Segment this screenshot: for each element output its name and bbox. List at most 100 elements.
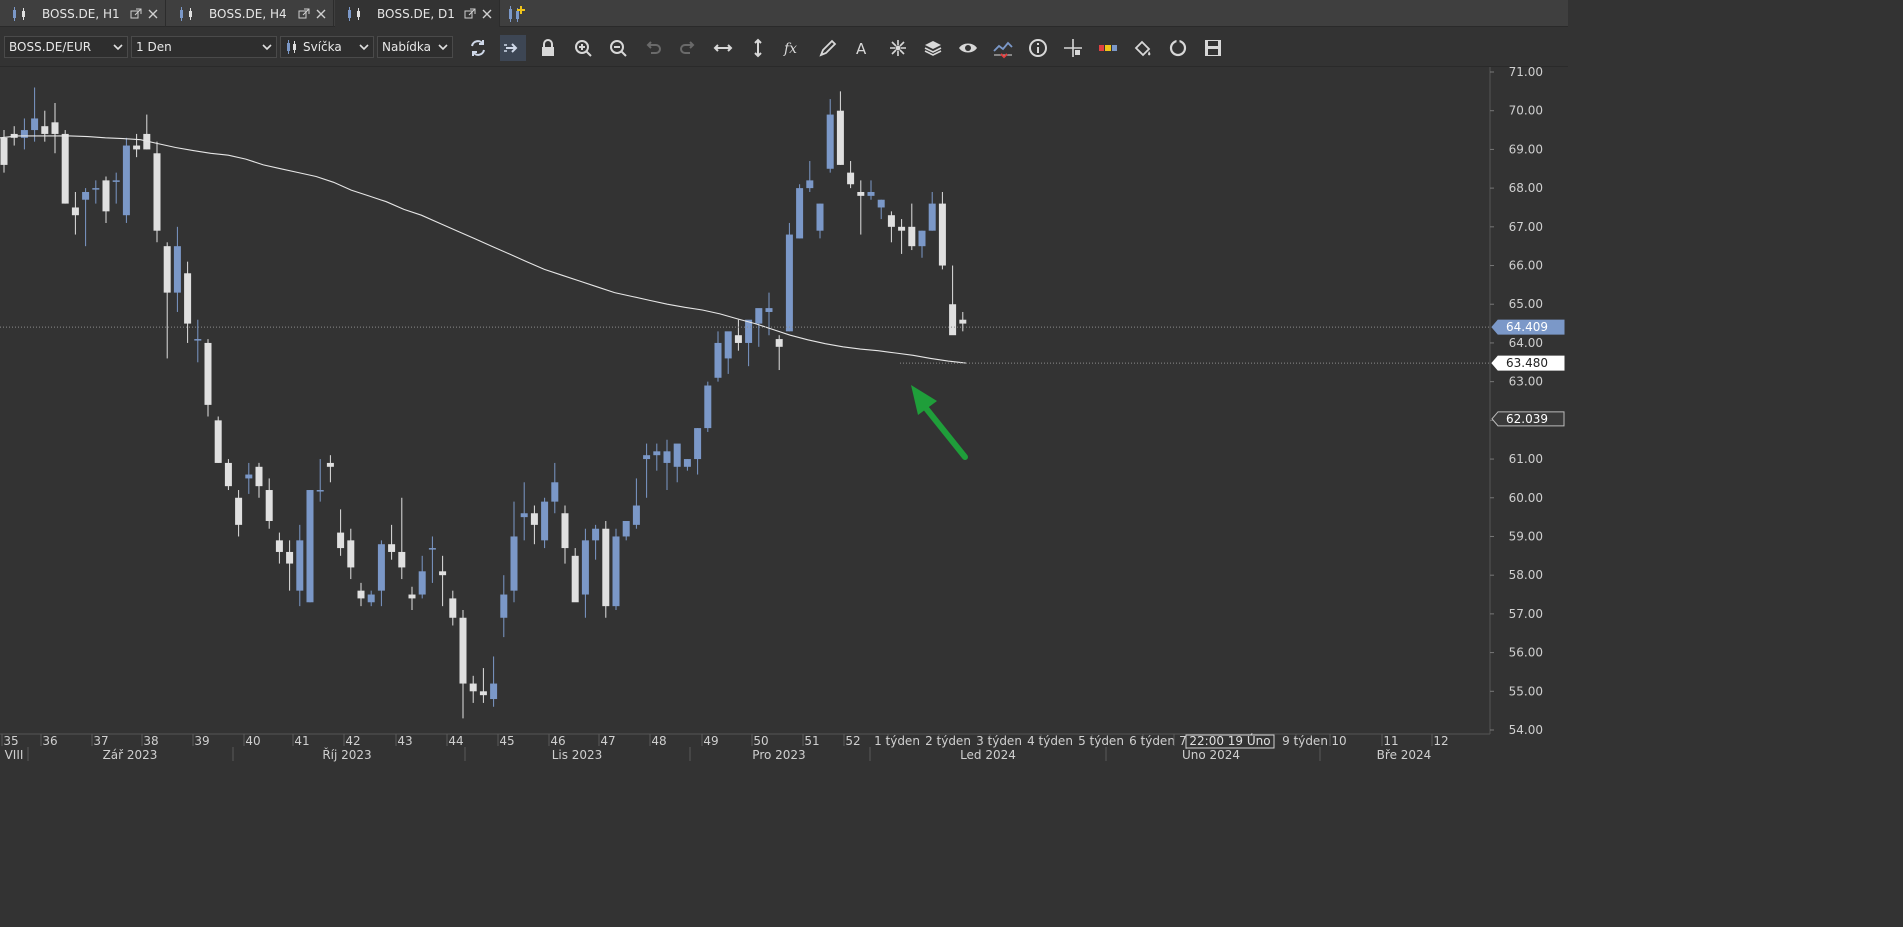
zoom-in-button[interactable] [570,35,596,61]
vertical-resize-button[interactable] [745,35,771,61]
candle [632,478,640,529]
candle-body [755,308,763,324]
candle-body [510,536,518,591]
scroll-to-end-button[interactable] [500,35,526,61]
week-label: 47 [600,734,615,748]
candle [337,509,345,556]
close-tab-icon[interactable] [481,8,493,20]
candle-body [235,497,243,525]
tab-boss-h4[interactable]: BOSS.DE, H4 [167,0,334,27]
candle [592,524,600,560]
horizontal-resize-button[interactable] [710,35,736,61]
timeframe-select[interactable]: 1 Den [131,36,277,58]
undo-button[interactable] [640,35,666,61]
symbol-value: BOSS.DE/EUR [9,40,92,54]
tab-boss-d1[interactable]: BOSS.DE, D1 [335,0,500,27]
chart-type-select[interactable]: Svíčka [280,36,374,58]
fx-indicator-icon: fx [783,41,797,57]
candle-body [938,203,946,266]
redo-button[interactable] [675,35,701,61]
candle-body [694,428,702,460]
candle-body [857,191,865,196]
zoom-out-button[interactable] [605,35,631,61]
candle [0,130,8,173]
detach-tab-icon[interactable] [464,8,476,20]
compare-chart-icon [993,41,1013,59]
y-tick-label: 57.00 [1509,607,1543,621]
candle [286,540,294,591]
indicators-button[interactable]: fx [780,35,806,61]
candle [928,191,936,231]
price-type-select[interactable]: Nabídka [377,36,453,58]
candle-body [561,513,569,549]
close-tab-icon[interactable] [315,8,327,20]
detach-tab-icon[interactable] [298,8,310,20]
y-tick-label: 56.00 [1509,646,1543,660]
week-label: 43 [397,734,412,748]
week-label: 1 týden [874,734,920,748]
symbol-select[interactable]: BOSS.DE/EUR [4,36,128,58]
refresh-button[interactable] [465,35,491,61]
paint-button[interactable] [1130,35,1156,61]
candle [398,497,406,580]
candle [918,230,926,258]
y-tick-label: 67.00 [1509,220,1543,234]
save-button[interactable] [1200,35,1226,61]
week-label: 10 [1331,734,1346,748]
y-tick-label: 66.00 [1509,259,1543,273]
candle-body [643,455,651,460]
candlestick-icon [287,40,296,54]
text-tool-button[interactable]: A [850,35,876,61]
price-chart[interactable]: 71.00 70.00 69.00 68.00 67.00 66.00 65.00 64.00… [0,67,1568,764]
candle [959,311,967,332]
candle [673,443,681,483]
detach-tab-icon[interactable] [130,8,142,20]
svg-text:fx: fx [783,41,797,57]
candle [775,335,783,371]
price-label-ma: 63.480 [1491,355,1565,371]
candle [357,582,365,607]
week-label: 52 [845,734,860,748]
candle [20,118,28,150]
candle-body [31,118,39,131]
close-tab-icon[interactable] [147,8,159,20]
lock-button[interactable] [535,35,561,61]
candle-body [357,590,365,599]
candle-body [163,246,171,293]
candlestick-icon [348,6,360,21]
candle [31,87,39,142]
objects-button[interactable] [885,35,911,61]
chart-area[interactable]: 71.00 70.00 69.00 68.00 67.00 66.00 65.00 64.00… [0,67,1568,764]
week-label: 5 týden [1078,734,1124,748]
layers-button[interactable] [920,35,946,61]
candle-body [102,180,110,212]
color-scale-button[interactable] [1095,35,1121,61]
candle [806,161,814,192]
draw-button[interactable] [815,35,841,61]
price-label-text: 62.039 [1506,412,1548,426]
candle-body [173,246,181,293]
candle [275,532,283,564]
week-label: 46 [550,734,565,748]
compare-button[interactable] [990,35,1016,61]
y-tick-label: 60.00 [1509,491,1543,505]
candle-body [775,339,783,347]
add-chart-icon[interactable] [505,4,527,24]
candle-body [41,126,49,134]
tab-boss-h1[interactable]: BOSS.DE, H1 [0,0,166,27]
candle-body [612,536,620,607]
candle-body [0,137,8,165]
info-button[interactable] [1025,35,1051,61]
undo-icon [646,41,661,54]
crosshair-button[interactable] [1060,35,1086,61]
candle [500,575,508,638]
objects-icon [890,40,906,56]
month-label: Zář 2023 [103,748,158,762]
candle [459,610,467,719]
lock-icon [542,39,554,56]
y-tick-label: 63.00 [1509,375,1543,389]
reload-button[interactable] [1165,35,1191,61]
candle-body [847,172,855,185]
candle [581,528,589,618]
visibility-button[interactable] [955,35,981,61]
